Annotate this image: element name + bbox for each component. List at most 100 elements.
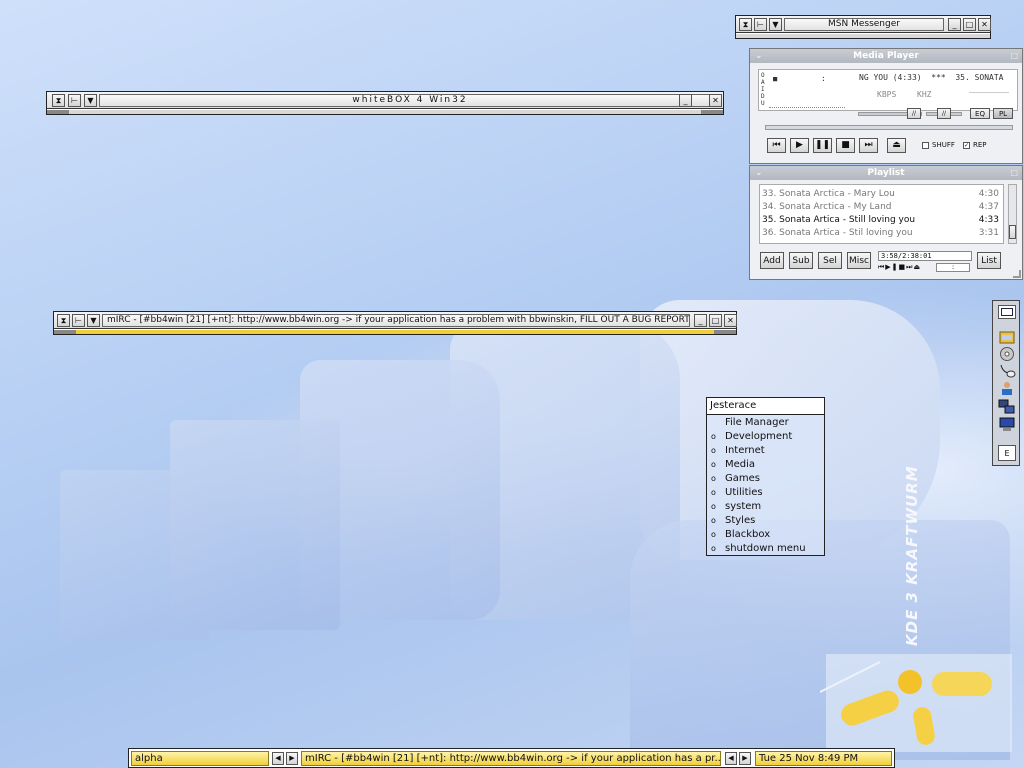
prev-button[interactable]: ⏮ [767,138,786,153]
play-button[interactable]: ▶ [790,138,809,153]
workspace-next-button[interactable]: ▶ [286,752,298,765]
track-row[interactable]: 34. Sonata Arctica - My Land 4:37 [762,201,999,214]
maximize-button[interactable]: □ [709,314,722,327]
mouse-icon[interactable] [998,363,1016,379]
vis-area[interactable] [769,98,845,108]
shade-button[interactable]: ⊢ [754,18,767,31]
track-row-current[interactable]: 35. Sonata Artica - Still loving you 4:33 [762,214,999,227]
sticky-button[interactable]: ⧗ [57,314,70,327]
add-button[interactable]: Add [760,252,784,269]
menu-item-media[interactable]: o Media [711,458,755,472]
eq-button[interactable]: EQ [970,108,990,119]
close-button[interactable]: ✕ [709,94,722,107]
window-titlebar[interactable]: ⧗ ⊢ ▼ mIRC - [#bb4win [21] [+nt]: http:/… [54,312,737,329]
sel-button[interactable]: Sel [818,252,842,269]
seek-bar[interactable] [765,125,1013,130]
window-title[interactable]: MSN Messenger [784,18,944,31]
playlist-scrollbar[interactable] [1008,184,1017,244]
menu-button[interactable]: ▼ [84,94,97,107]
menu-item-shutdown[interactable]: o shutdown menu [711,542,806,556]
repeat-toggle[interactable]: ✓ REP [963,141,987,149]
media-player-titlebar[interactable]: Media Player ⌄ □ [750,49,1022,63]
menu-item-internet[interactable]: o Internet [711,444,765,458]
sticky-button[interactable]: ⧗ [739,18,752,31]
minimize-button[interactable]: _ [948,18,961,31]
resize-grip-right[interactable] [714,330,736,334]
menu-item-file-manager[interactable]: File Manager [711,416,789,430]
media-player-window[interactable]: Media Player ⌄ □ O A I D U ■ : NG YOU (4… [749,48,1023,164]
misc-button[interactable]: Misc [847,252,871,269]
computer-icon[interactable] [998,417,1016,433]
window-label[interactable]: mIRC - [#bb4win [21] [+nt]: http://www.b… [301,751,721,766]
menu-item-development[interactable]: o Development [711,430,792,444]
workspace-prev-button[interactable]: ◀ [272,752,284,765]
playlist-titlebar[interactable]: Playlist ⌄ □ [750,166,1022,180]
minimize-button[interactable]: _ [679,94,692,107]
stop-button[interactable]: ■ [836,138,855,153]
menu-item-styles[interactable]: o Styles [711,514,755,528]
clock[interactable]: Tue 25 Nov 8:49 PM [755,751,892,766]
minimize-button[interactable]: _ [694,314,707,327]
resize-grip-left[interactable] [54,330,76,334]
close-icon[interactable]: □ [1010,166,1018,180]
track-row[interactable]: 33. Sonata Arctica - Mary Lou 4:30 [762,188,999,201]
window-titlebar[interactable]: ⧗ ⊢ ▼ whiteBOX 4 Win32 _ ✕ [47,92,723,109]
window-title[interactable]: whiteBOX 4 Win32 [99,94,721,107]
stop-icon: ■ [841,140,850,150]
list-button[interactable]: List [977,252,1001,269]
workspace-label[interactable]: alpha [131,751,269,766]
resize-grip-left[interactable] [47,110,69,114]
song-marquee[interactable]: NG YOU (4:33) *** 35. SONATA [859,73,1017,82]
dock-e-button[interactable]: E [998,445,1016,461]
pause-button[interactable]: ❚❚ [813,138,832,153]
menu-button[interactable]: ▼ [769,18,782,31]
track-row[interactable]: 36. Sonata Artica - Stil loving you 3:31 [762,227,999,240]
folder-icon[interactable] [998,329,1016,345]
balance-knob[interactable]: // [937,108,951,119]
whitebox-window[interactable]: ⧗ ⊢ ▼ whiteBOX 4 Win32 _ ✕ [46,91,724,115]
shade-button[interactable]: ⊢ [72,314,85,327]
menu-button[interactable]: ▼ [87,314,100,327]
window-handle[interactable] [47,110,723,114]
root-menu[interactable]: Jesterace File Manager o Development o Int… [706,397,825,556]
scrollbar-thumb[interactable] [1009,225,1016,239]
shade-button[interactable]: ⊢ [68,94,81,107]
close-button[interactable]: ✕ [724,314,737,327]
menu-item-utilities[interactable]: o Utilities [711,486,763,500]
shade-icon[interactable]: ⌄ [755,166,763,180]
desktop-icon[interactable] [998,305,1016,319]
resize-grip[interactable] [1013,270,1021,278]
window-titlebar[interactable]: ⧗ ⊢ ▼ MSN Messenger _ □ ✕ [736,16,991,33]
shade-icon[interactable]: ⌄ [755,49,763,63]
menu-item-system[interactable]: o system [711,500,761,514]
mirc-window[interactable]: ⧗ ⊢ ▼ mIRC - [#bb4win [21] [+nt]: http:/… [53,311,737,335]
resize-grip-right[interactable] [701,110,723,114]
window-prev-button[interactable]: ◀ [725,752,737,765]
close-icon[interactable]: □ [1010,49,1018,63]
pl-button[interactable]: PL [993,108,1013,119]
track-time: 4:30 [978,189,999,199]
window-title[interactable]: mIRC - [#bb4win [21] [+nt]: http://www.b… [102,314,690,327]
sticky-button[interactable]: ⧗ [52,94,65,107]
menu-item-games[interactable]: o Games [711,472,760,486]
track-list[interactable]: 33. Sonata Arctica - Mary Lou 4:30 34. So… [759,184,1004,244]
volume-knob[interactable]: // [907,108,921,119]
cd-icon[interactable] [998,346,1016,362]
window-handle[interactable] [736,34,990,38]
playlist-window[interactable]: Playlist ⌄ □ 33. Sonata Arctica - Mary L… [749,165,1023,280]
user-icon[interactable] [998,380,1016,396]
close-button[interactable]: ✕ [978,18,991,31]
maximize-button[interactable]: □ [963,18,976,31]
window-next-button[interactable]: ▶ [739,752,751,765]
menu-item-blackbox[interactable]: o Blackbox [711,528,770,542]
shuffle-checkbox[interactable] [922,141,929,149]
window-handle[interactable] [54,330,736,334]
eject-button[interactable]: ⏏ [887,138,906,153]
shuffle-toggle[interactable]: SHUFF [922,141,955,149]
repeat-checkbox[interactable]: ✓ [963,141,970,149]
msn-messenger-window[interactable]: ⧗ ⊢ ▼ MSN Messenger _ □ ✕ [735,15,991,39]
mini-controls[interactable]: ⏮▶❚■⏭⏏ [878,263,921,272]
sub-button[interactable]: Sub [789,252,813,269]
network-icon[interactable] [998,399,1016,415]
next-button[interactable]: ⏭ [859,138,878,153]
